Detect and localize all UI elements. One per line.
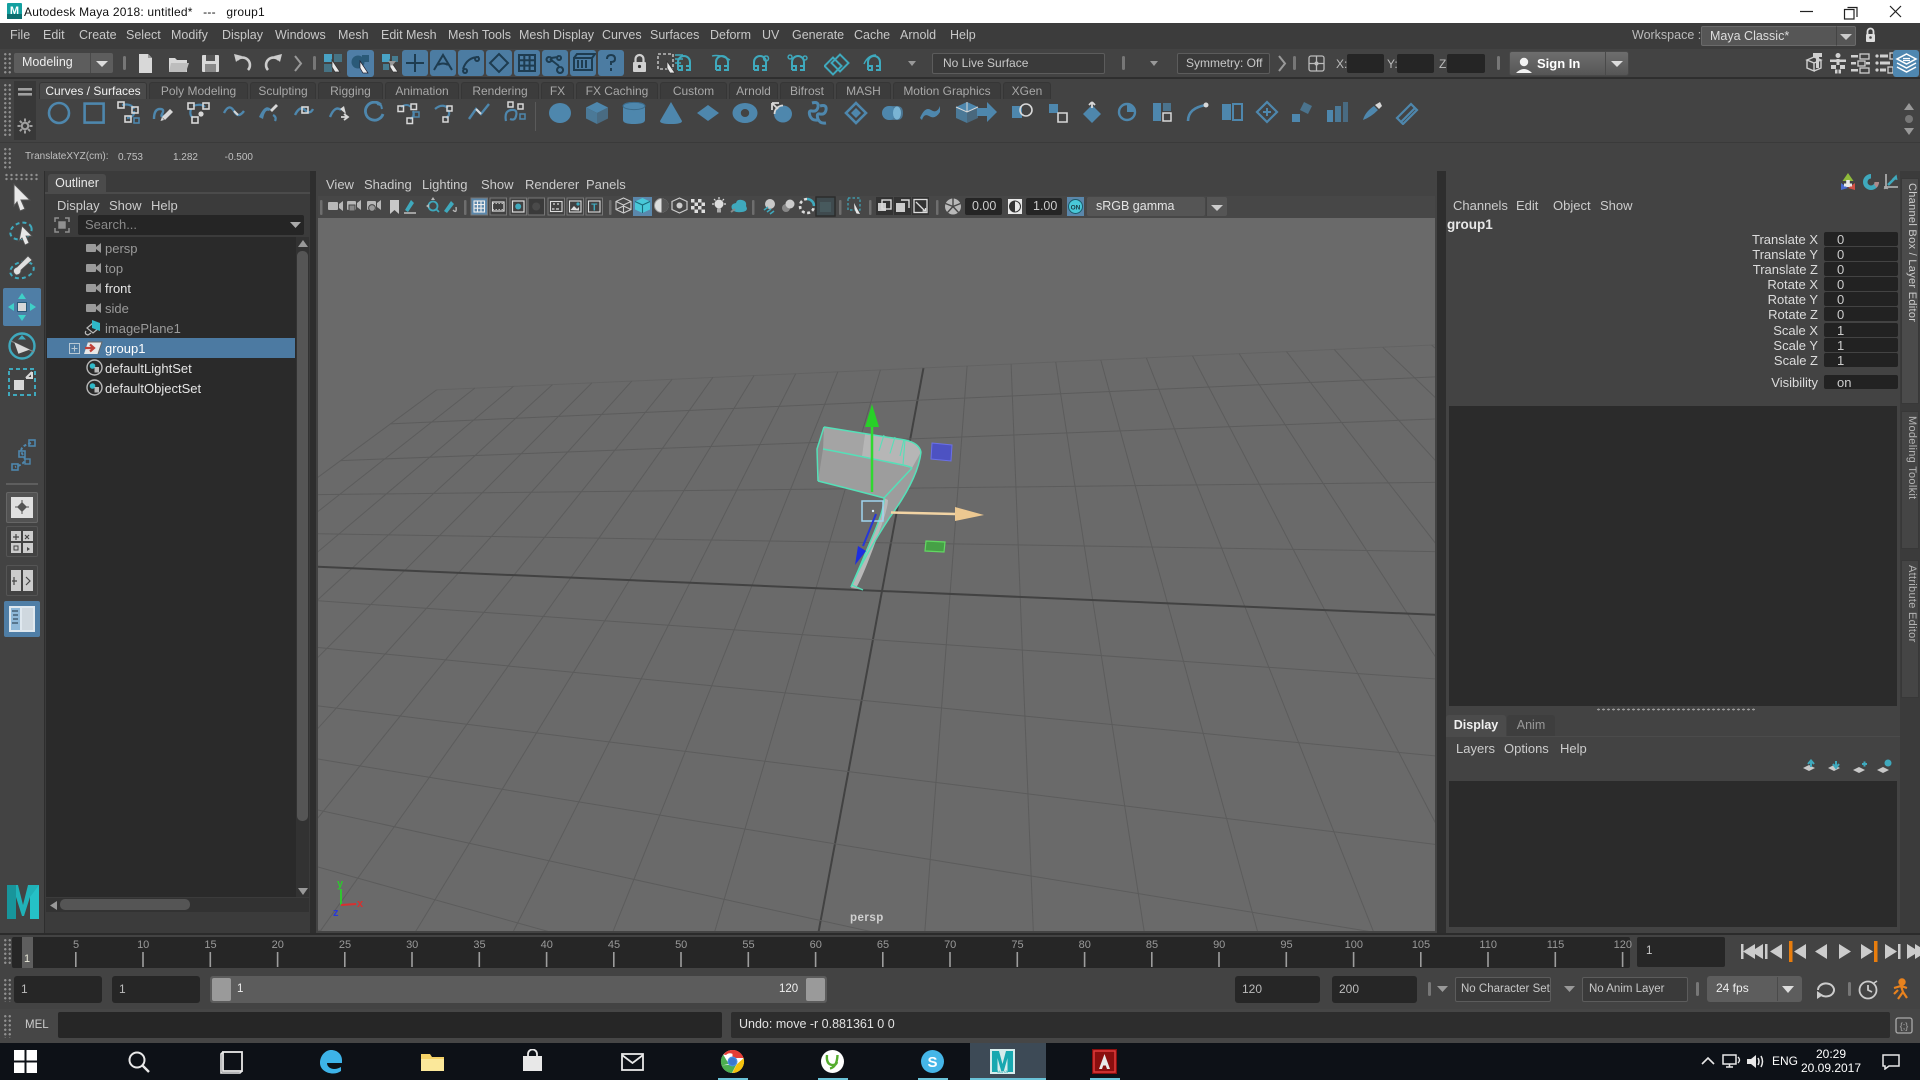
- svg-text:{;}: {;}: [1900, 1021, 1909, 1031]
- svg-text:persp: persp: [850, 912, 884, 924]
- svg-text:M: M: [10, 5, 19, 17]
- svg-text:x: x: [357, 898, 364, 910]
- svg-text:z: z: [333, 907, 339, 919]
- svg-text:T: T: [591, 203, 597, 214]
- svg-text:MAYA: MAYA: [997, 1069, 1008, 1074]
- svg-text:S: S: [927, 1054, 937, 1071]
- svg-text:ON: ON: [1071, 205, 1081, 212]
- svg-text:y: y: [337, 878, 344, 890]
